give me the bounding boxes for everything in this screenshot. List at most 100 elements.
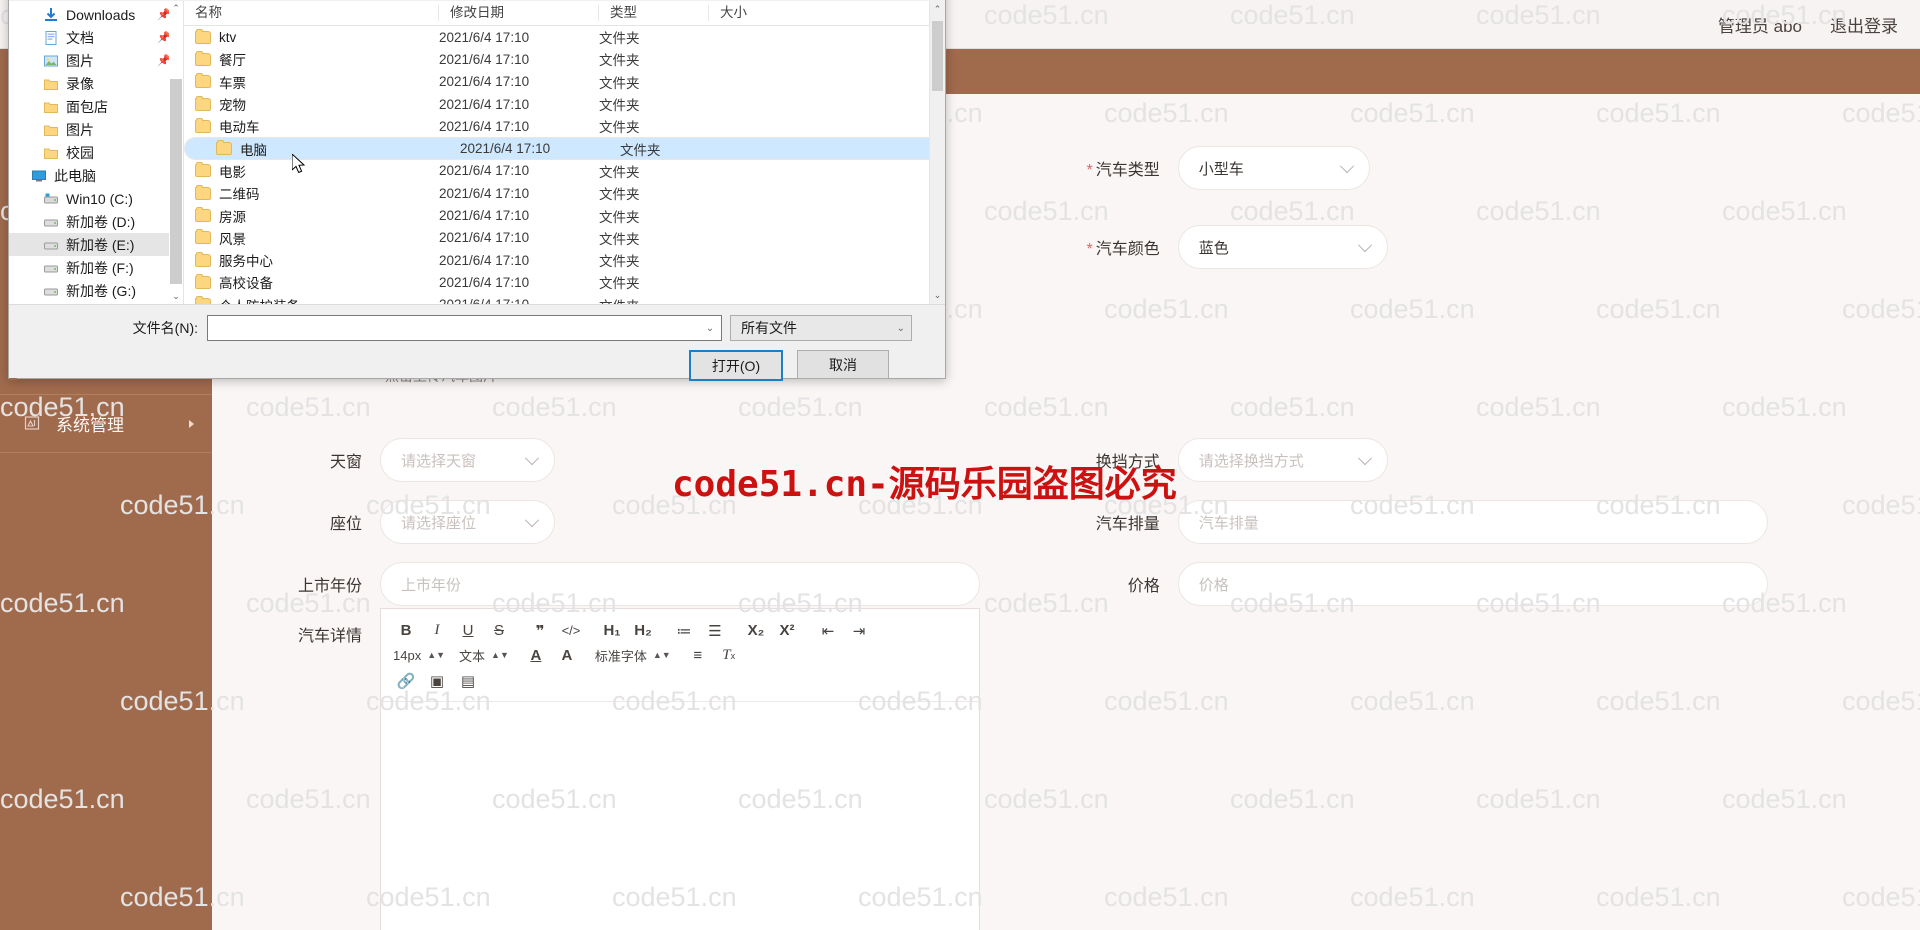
nav-item-10[interactable]: 新加卷 (E:): [9, 233, 183, 256]
nav-item-11[interactable]: 新加卷 (F:): [9, 256, 183, 279]
transmission-select[interactable]: 请选择换挡方式: [1177, 438, 1388, 482]
file-date-cell: 2021/6/4 17:10: [439, 29, 530, 45]
file-row[interactable]: 高校设备 2021/6/4 17:10 文件夹: [184, 271, 945, 293]
nav-item-2[interactable]: 图片 📌: [9, 49, 183, 72]
file-row[interactable]: 餐厅 2021/6/4 17:10 文件夹: [184, 48, 945, 70]
nav-item-4[interactable]: 面包店: [9, 95, 183, 118]
subscript-icon[interactable]: X₂: [743, 619, 769, 643]
indent-icon[interactable]: ⇥: [846, 619, 872, 643]
nav-item-label: Win10 (C:): [66, 190, 133, 207]
scroll-down-icon[interactable]: ⌄: [169, 289, 183, 304]
nav-item-3[interactable]: 录像: [9, 72, 183, 95]
nav-item-8[interactable]: Win10 (C:): [9, 187, 183, 210]
file-row[interactable]: 服务中心 2021/6/4 17:10 文件夹: [184, 249, 945, 271]
cancel-button[interactable]: 取消: [797, 350, 889, 379]
file-date-cell: 2021/6/4 17:10: [439, 51, 530, 67]
nav-item-1[interactable]: 文档 📌: [9, 26, 183, 49]
input-placeholder: 汽车排量: [1198, 514, 1259, 532]
underline-icon[interactable]: U: [455, 619, 481, 643]
displacement-input[interactable]: 汽车排量: [1177, 500, 1768, 544]
car-type-select[interactable]: 小型车: [1177, 146, 1370, 190]
scroll-thumb[interactable]: [170, 79, 182, 284]
strikethrough-icon[interactable]: S: [486, 619, 512, 643]
file-type-filter-select[interactable]: 所有文件 ⌄: [730, 315, 912, 341]
open-button[interactable]: 打开(O): [689, 350, 783, 381]
documents-icon: [43, 30, 59, 46]
superscript-icon[interactable]: X²: [774, 619, 800, 643]
filename-input[interactable]: ⌄: [207, 315, 722, 341]
file-row[interactable]: 房源 2021/6/4 17:10 文件夹: [184, 204, 945, 226]
sidebar-item-system-management[interactable]: 系统管理: [0, 395, 212, 453]
column-header-size[interactable]: 大小: [709, 5, 799, 21]
file-row[interactable]: 风景 2021/6/4 17:10 文件夹: [184, 227, 945, 249]
file-name-cell: 房源: [184, 206, 439, 226]
image-icon[interactable]: ▣: [424, 669, 450, 693]
font-color-icon[interactable]: A: [523, 644, 549, 668]
bold-icon[interactable]: B: [393, 619, 419, 643]
italic-icon[interactable]: I: [424, 619, 450, 643]
file-date-cell: 2021/6/4 17:10: [439, 230, 530, 246]
column-header-name[interactable]: 名称: [184, 5, 439, 21]
ordered-list-icon[interactable]: ≔: [671, 619, 697, 643]
file-row[interactable]: 电脑 2021/6/4 17:10 文件夹: [184, 137, 945, 160]
column-header-date[interactable]: 修改日期: [439, 5, 599, 21]
nav-item-label: 图片: [66, 121, 94, 138]
file-name-text: 车票: [219, 75, 246, 91]
file-name-text: 风景: [219, 231, 246, 247]
file-name-text: 电动车: [219, 120, 260, 136]
nav-item-5[interactable]: 图片: [9, 118, 183, 141]
filter-value: 所有文件: [741, 320, 797, 336]
file-list-scrollbar[interactable]: ⌃ ⌄: [929, 1, 945, 304]
scroll-up-icon[interactable]: ⌃: [930, 1, 945, 18]
text-style-picker[interactable]: 文本 ▲▼: [459, 644, 509, 668]
heading1-icon[interactable]: H₁: [599, 619, 625, 643]
font-family-picker[interactable]: 标准字体 ▲▼: [595, 644, 671, 668]
nav-item-label: 此电脑: [54, 167, 96, 184]
column-header-type[interactable]: 类型: [599, 5, 709, 21]
scroll-down-icon[interactable]: ⌄: [930, 287, 945, 304]
code-icon[interactable]: </>: [558, 619, 584, 643]
font-size-picker[interactable]: 14px ▲▼: [393, 644, 445, 668]
nav-item-7[interactable]: 此电脑: [9, 164, 183, 187]
nav-item-0[interactable]: Downloads 📌: [9, 3, 183, 26]
blockquote-icon[interactable]: ❞: [527, 619, 553, 643]
file-name-cell: 电影: [184, 161, 439, 181]
seats-select[interactable]: 请选择座位: [380, 500, 555, 544]
outdent-icon[interactable]: ⇤: [815, 619, 841, 643]
nav-item-12[interactable]: 新加卷 (G:): [9, 279, 183, 302]
editor-content-area[interactable]: [381, 702, 979, 930]
file-name-text: 二维码: [219, 187, 260, 203]
release-year-input[interactable]: 上市年份: [380, 562, 980, 606]
car-color-select[interactable]: 蓝色: [1177, 225, 1388, 269]
chevron-down-icon[interactable]: ⌄: [700, 317, 720, 339]
file-row[interactable]: 电影 2021/6/4 17:10 文件夹: [184, 160, 945, 182]
logout-button[interactable]: 退出登录: [1830, 12, 1898, 37]
background-color-icon[interactable]: A: [554, 644, 580, 668]
nav-scrollbar[interactable]: ⌃ ⌄: [169, 1, 183, 304]
file-name-text: 高校设备: [219, 276, 273, 292]
price-input[interactable]: 价格: [1177, 562, 1768, 606]
video-icon[interactable]: ▤: [455, 669, 481, 693]
heading2-icon[interactable]: H₂: [630, 619, 656, 643]
nav-item-6[interactable]: 校园: [9, 141, 183, 164]
bullet-list-icon[interactable]: ☰: [702, 619, 728, 643]
folder-icon: [195, 229, 211, 245]
align-icon[interactable]: ≡: [685, 644, 711, 668]
current-user-label: 管理员 abo: [1717, 17, 1802, 36]
scroll-thumb[interactable]: [932, 21, 943, 91]
scroll-up-icon[interactable]: ⌃: [169, 1, 183, 16]
folder-icon: [195, 95, 211, 111]
file-row[interactable]: 车票 2021/6/4 17:10 文件夹: [184, 71, 945, 93]
clear-format-icon[interactable]: Tx: [716, 644, 742, 668]
file-row[interactable]: 个人防护装备 2021/6/4 17:10文件夹: [184, 294, 945, 304]
file-row[interactable]: 电动车 2021/6/4 17:10 文件夹: [184, 115, 945, 137]
nav-item-9[interactable]: 新加卷 (D:): [9, 210, 183, 233]
nav-item-13[interactable]: 网络: [9, 302, 183, 304]
file-row[interactable]: ktv 2021/6/4 17:10 文件夹: [184, 26, 945, 48]
link-icon[interactable]: 🔗: [393, 669, 419, 693]
folder-icon: [195, 251, 211, 267]
file-row[interactable]: 宠物 2021/6/4 17:10 文件夹: [184, 93, 945, 115]
file-row[interactable]: 二维码 2021/6/4 17:10 文件夹: [184, 182, 945, 204]
sidebar-item-label: 系统管理: [56, 416, 124, 435]
sunroof-select[interactable]: 请选择天窗: [380, 438, 555, 482]
